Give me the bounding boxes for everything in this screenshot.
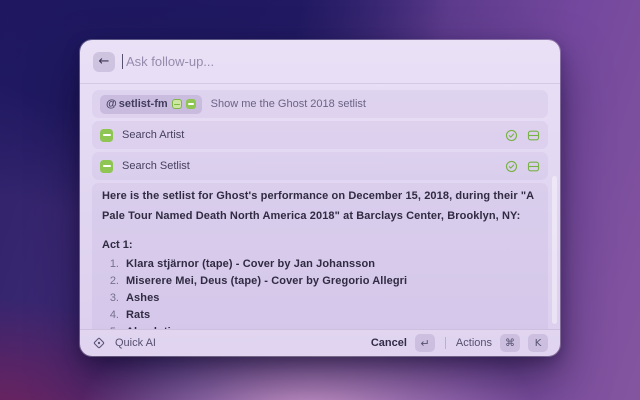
extension-chip[interactable]: @ setlist-fm [100,95,202,114]
quick-ai-window: ← Ask follow-up... @ setlist-fm Show me … [80,40,560,356]
content-area: @ setlist-fm Show me the Ghost 2018 setl… [80,84,560,329]
cancel-button[interactable]: Cancel [371,337,407,349]
extension-name: setlist-fm [119,98,168,110]
song-number: 2. [102,275,119,287]
tool-label: Search Artist [122,129,184,141]
song-number: 1. [102,258,119,270]
actions-button[interactable]: Actions [456,337,492,349]
status-bar: Quick AI Cancel ↵ Actions ⌘ K [80,329,560,356]
footer-divider [445,337,446,349]
follow-up-bar: ← Ask follow-up... [80,40,560,84]
song-number: 5. [102,326,119,329]
scrollbar-thumb[interactable] [552,176,557,324]
check-circle-icon [505,129,518,142]
query-row: @ setlist-fm Show me the Ghost 2018 setl… [92,90,548,118]
return-key-icon: ↵ [415,334,435,352]
song-title: Absolution [126,326,184,329]
setlist-app-icon [100,129,113,142]
database-icon [527,160,540,173]
song-number: 4. [102,309,119,321]
setlist: 1. Klara stjärnor (tape) - Cover by Jan … [102,256,538,329]
query-text: Show me the Ghost 2018 setlist [211,98,366,110]
k-key-icon: K [528,334,548,352]
ai-response: Here is the setlist for Ghost's performa… [92,183,548,329]
song-title: Klara stjärnor (tape) - Cover by Jan Joh… [126,258,375,270]
back-icon: ← [99,54,110,69]
quick-ai-icon [92,336,106,350]
back-button[interactable]: ← [93,52,115,72]
follow-up-input[interactable]: Ask follow-up... [126,54,214,69]
setlist-item: 4. Rats [102,306,538,323]
database-icon [527,129,540,142]
setlist-item: 3. Ashes [102,290,538,307]
song-number: 3. [102,292,119,304]
command-key-icon: ⌘ [500,334,520,352]
song-title: Rats [126,309,150,321]
response-intro: Here is the setlist for Ghost's performa… [102,186,538,226]
setlist-app-icon [186,99,196,109]
song-title: Ashes [126,292,160,304]
setlist-db-icon [172,99,182,109]
song-title: Miserere Mei, Deus (tape) - Cover by Gre… [126,275,407,287]
text-cursor [122,54,123,69]
check-circle-icon [505,160,518,173]
tool-row-search-artist[interactable]: Search Artist [92,121,548,149]
setlist-item: 1. Klara stjärnor (tape) - Cover by Jan … [102,256,538,273]
setlist-item: 5. Absolution [102,323,538,329]
tool-label: Search Setlist [122,160,190,172]
act-heading: Act 1: [102,239,538,251]
app-name: Quick AI [115,337,156,349]
mention-icon: @ [106,98,117,110]
setlist-app-icon [100,160,113,173]
setlist-item: 2. Miserere Mei, Deus (tape) - Cover by … [102,273,538,290]
tool-row-search-setlist[interactable]: Search Setlist [92,152,548,180]
